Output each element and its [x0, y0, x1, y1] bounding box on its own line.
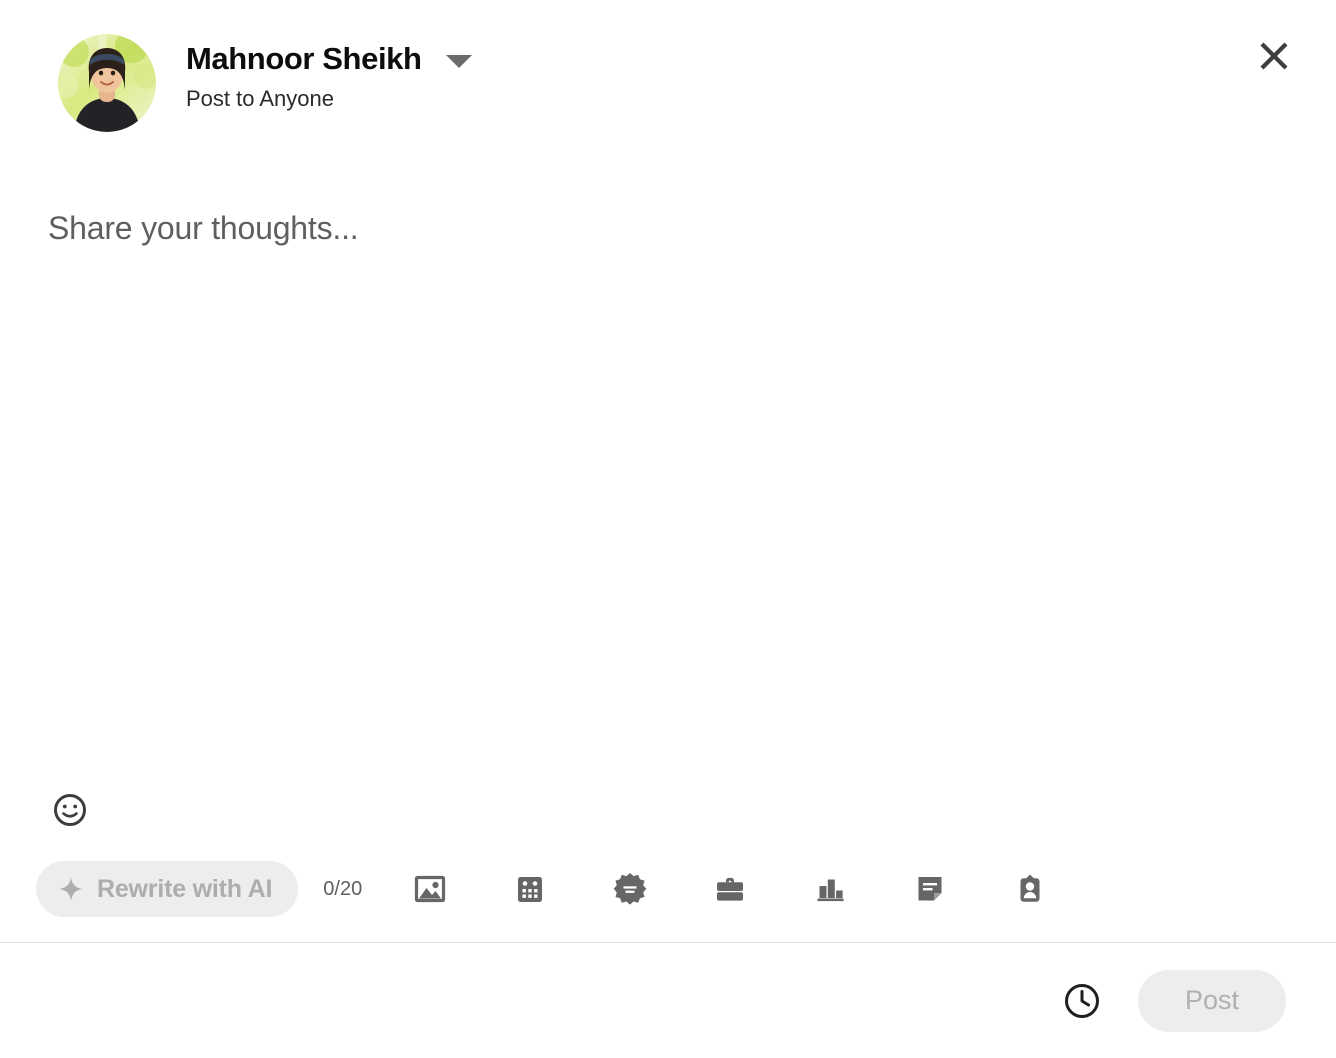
composer-toolbar: Rewrite with AI 0/20	[0, 836, 1336, 942]
chevron-down-icon[interactable]	[445, 54, 472, 68]
add-media-button[interactable]	[404, 863, 456, 915]
emoji-picker-button[interactable]	[48, 788, 92, 832]
user-selector[interactable]: Mahnoor Sheikh	[186, 41, 472, 76]
image-icon	[415, 875, 446, 903]
find-expert-button[interactable]	[1004, 863, 1056, 915]
sparkle-icon	[59, 877, 83, 901]
document-icon	[918, 877, 942, 901]
clock-icon	[1065, 983, 1099, 1018]
post-composer-modal: Mahnoor Sheikh Post to Anyone Share your…	[0, 0, 1336, 1058]
audience-label[interactable]: Post to Anyone	[186, 86, 472, 112]
rewrite-with-ai-label: Rewrite with AI	[97, 874, 273, 903]
avatar-photo	[58, 34, 156, 132]
calendar-icon	[518, 877, 543, 902]
character-counter: 0/20	[323, 877, 363, 900]
close-icon	[1260, 42, 1288, 70]
user-name: Mahnoor Sheikh	[186, 41, 422, 76]
toolbar-icon-group	[404, 863, 1056, 915]
close-button[interactable]	[1250, 32, 1298, 80]
post-button[interactable]: Post	[1138, 969, 1286, 1032]
emoji-row	[48, 788, 92, 836]
celebrate-occasion-button[interactable]	[604, 863, 656, 915]
id-card-icon	[1020, 874, 1040, 902]
avatar[interactable]	[58, 34, 156, 132]
poll-bar-chart-icon	[817, 879, 844, 902]
share-hiring-button[interactable]	[704, 863, 756, 915]
composer-header: Mahnoor Sheikh Post to Anyone	[0, 0, 1336, 150]
emoji-smiley-icon	[54, 794, 86, 826]
create-event-button[interactable]	[504, 863, 556, 915]
post-text-placeholder: Share your thoughts...	[48, 210, 359, 246]
add-document-button[interactable]	[904, 863, 956, 915]
briefcase-icon	[717, 877, 744, 901]
create-poll-button[interactable]	[804, 863, 856, 915]
post-text-area[interactable]: Share your thoughts...	[0, 150, 1336, 836]
schedule-post-button[interactable]	[1056, 975, 1108, 1027]
identity-block: Mahnoor Sheikh Post to Anyone	[186, 34, 472, 112]
celebrate-badge-icon	[613, 873, 647, 905]
rewrite-with-ai-button[interactable]: Rewrite with AI	[36, 861, 299, 917]
composer-footer: Post	[0, 943, 1336, 1058]
